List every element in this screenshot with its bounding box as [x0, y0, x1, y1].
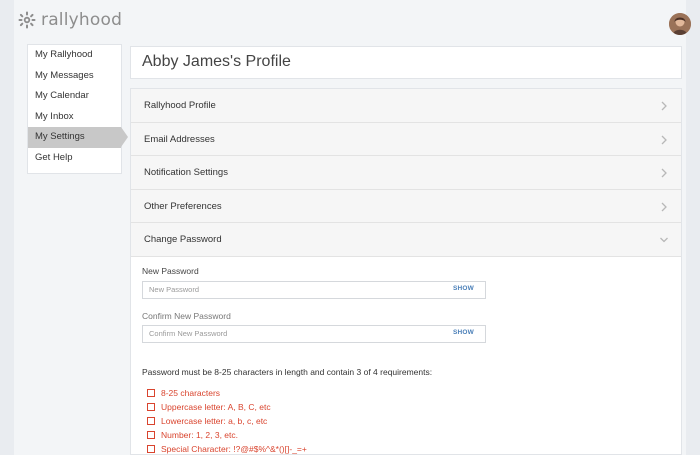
password-requirements-intro: Password must be 8-25 characters in leng… [142, 366, 433, 377]
section-label: Other Preferences [144, 200, 222, 212]
chevron-right-icon [661, 168, 667, 178]
requirement-item: 8-25 characters [147, 386, 307, 400]
new-password-label: New Password [142, 265, 199, 276]
requirement-item: Number: 1, 2, 3, etc. [147, 428, 307, 442]
page-right-edge [686, 0, 700, 455]
confirm-password-input[interactable] [142, 324, 486, 343]
requirement-checkbox[interactable] [147, 402, 155, 411]
requirement-text: Lowercase letter: a, b, c, etc [161, 415, 268, 426]
avatar-photo [669, 13, 691, 35]
section-label: Email Addresses [144, 133, 215, 145]
requirement-text: Number: 1, 2, 3, etc. [161, 429, 239, 440]
show-confirm-password-button[interactable]: SHOW [453, 329, 474, 336]
settings-sidebar: My Rallyhood My Messages My Calendar My … [27, 44, 128, 174]
sidebar-item-my-inbox[interactable]: My Inbox [28, 107, 121, 128]
requirement-text: Special Character: !?@#$%^&*()[]-_=+ [161, 443, 307, 454]
section-label: Change Password [144, 234, 222, 245]
requirement-text: 8-25 characters [161, 387, 221, 398]
requirement-item: Special Character: !?@#$%^&*()[]-_=+ [147, 442, 307, 455]
settings-accordion: Rallyhood Profile Email Addresses Notifi… [130, 88, 682, 455]
requirement-item: Uppercase letter: A, B, C, etc [147, 400, 307, 414]
requirement-checkbox[interactable] [147, 416, 155, 425]
section-change-password[interactable]: Change Password [131, 223, 681, 257]
sidebar-item-get-help[interactable]: Get Help [28, 148, 121, 169]
requirement-checkbox[interactable] [147, 444, 155, 453]
change-password-panel: New Password SHOW Confirm New Password S… [131, 257, 681, 455]
section-label: Notification Settings [144, 167, 228, 178]
section-rallyhood-profile[interactable]: Rallyhood Profile [131, 89, 681, 123]
requirement-checkbox[interactable] [147, 388, 155, 397]
profile-header: Abby James's Profile [130, 46, 682, 79]
section-other-preferences[interactable]: Other Preferences [131, 189, 681, 223]
sidebar-item-my-rallyhood[interactable]: My Rallyhood [28, 45, 121, 66]
show-new-password-button[interactable]: SHOW [453, 285, 474, 292]
confirm-password-label: Confirm New Password [142, 310, 231, 321]
new-password-input[interactable] [142, 280, 486, 299]
chevron-right-icon [661, 202, 667, 211]
sidebar-item-my-messages[interactable]: My Messages [28, 66, 121, 87]
logo-icon [18, 11, 36, 29]
sidebar-item-my-settings[interactable]: My Settings [28, 127, 128, 148]
page-left-edge [0, 0, 14, 455]
user-avatar[interactable] [669, 13, 691, 35]
chevron-right-icon [661, 101, 667, 111]
logo-text: rallyhood [41, 10, 123, 30]
top-bar: rallyhood [0, 0, 700, 40]
section-email-addresses[interactable]: Email Addresses [131, 122, 681, 156]
requirement-item: Lowercase letter: a, b, c, etc [147, 414, 307, 428]
password-requirements-list: 8-25 characters Uppercase letter: A, B, … [147, 386, 307, 455]
section-label: Rallyhood Profile [144, 100, 216, 111]
sidebar-item-my-calendar[interactable]: My Calendar [28, 86, 121, 107]
section-notification-settings[interactable]: Notification Settings [131, 156, 681, 190]
chevron-right-icon [661, 135, 667, 144]
requirement-checkbox[interactable] [147, 430, 155, 439]
chevron-down-icon [660, 237, 668, 243]
rallyhood-logo[interactable]: rallyhood [18, 10, 122, 30]
page-title: Abby James's Profile [142, 53, 291, 70]
requirement-text: Uppercase letter: A, B, C, etc [161, 401, 271, 412]
